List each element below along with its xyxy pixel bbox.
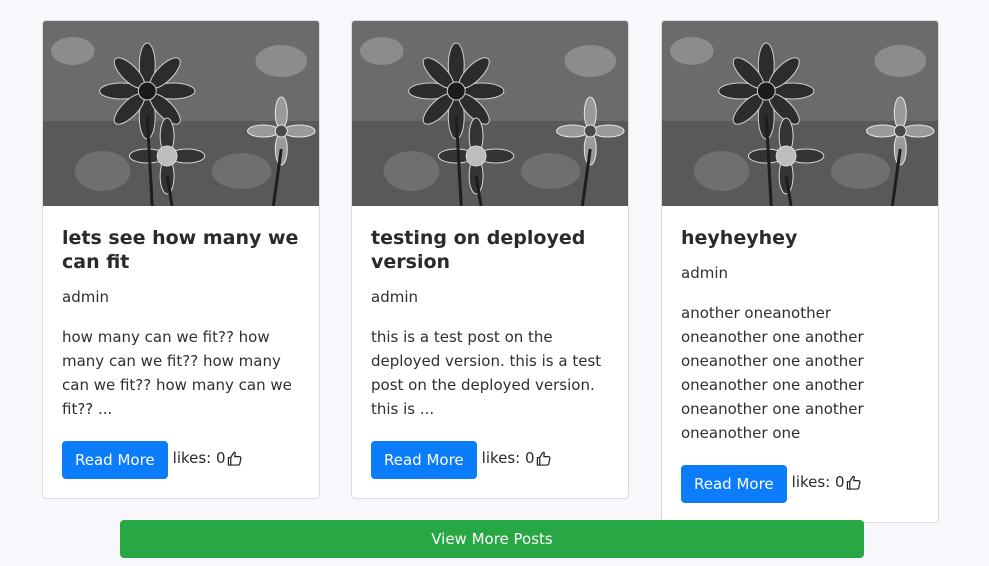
flower-photo-icon	[662, 21, 938, 206]
post-title: testing on deployed version	[371, 227, 586, 273]
likes-counter: likes: 0	[173, 449, 242, 467]
post-title: heyheyhey	[681, 227, 798, 249]
view-more-posts-button[interactable]: View More Posts	[120, 520, 864, 558]
flower-photo-icon	[352, 21, 628, 206]
read-more-button[interactable]: Read More	[681, 465, 787, 503]
likes-label: likes: 0	[481, 449, 535, 467]
post-card: lets see how many we can fit admin how m…	[42, 20, 320, 499]
post-author: admin	[62, 288, 109, 306]
post-excerpt: another oneanother oneanother one anothe…	[681, 304, 864, 442]
likes-label: likes: 0	[791, 473, 845, 491]
post-actions: Read More likes: 0	[681, 465, 919, 503]
flower-photo-icon	[43, 21, 319, 206]
post-actions: Read More likes: 0	[62, 441, 300, 479]
post-image[interactable]	[43, 21, 319, 206]
read-more-button[interactable]: Read More	[62, 441, 168, 479]
post-card: heyheyhey admin another oneanother onean…	[661, 20, 939, 523]
post-title: lets see how many we can fit	[62, 227, 299, 273]
thumbs-up-icon[interactable]	[536, 451, 551, 466]
post-card: testing on deployed version admin this i…	[351, 20, 629, 499]
post-actions: Read More likes: 0	[371, 441, 609, 479]
post-image[interactable]	[352, 21, 628, 206]
posts-page: lets see how many we can fit admin how m…	[0, 0, 989, 566]
post-author: admin	[681, 264, 728, 282]
post-excerpt: how many can we fit?? how many can we fi…	[62, 328, 292, 418]
likes-counter: likes: 0	[792, 473, 861, 491]
thumbs-up-icon[interactable]	[227, 451, 242, 466]
post-author: admin	[371, 288, 418, 306]
likes-counter: likes: 0	[482, 449, 551, 467]
thumbs-up-icon[interactable]	[846, 475, 861, 490]
post-image[interactable]	[662, 21, 938, 206]
likes-label: likes: 0	[172, 449, 226, 467]
read-more-button[interactable]: Read More	[371, 441, 477, 479]
post-excerpt: this is a test post on the deployed vers…	[371, 328, 602, 418]
